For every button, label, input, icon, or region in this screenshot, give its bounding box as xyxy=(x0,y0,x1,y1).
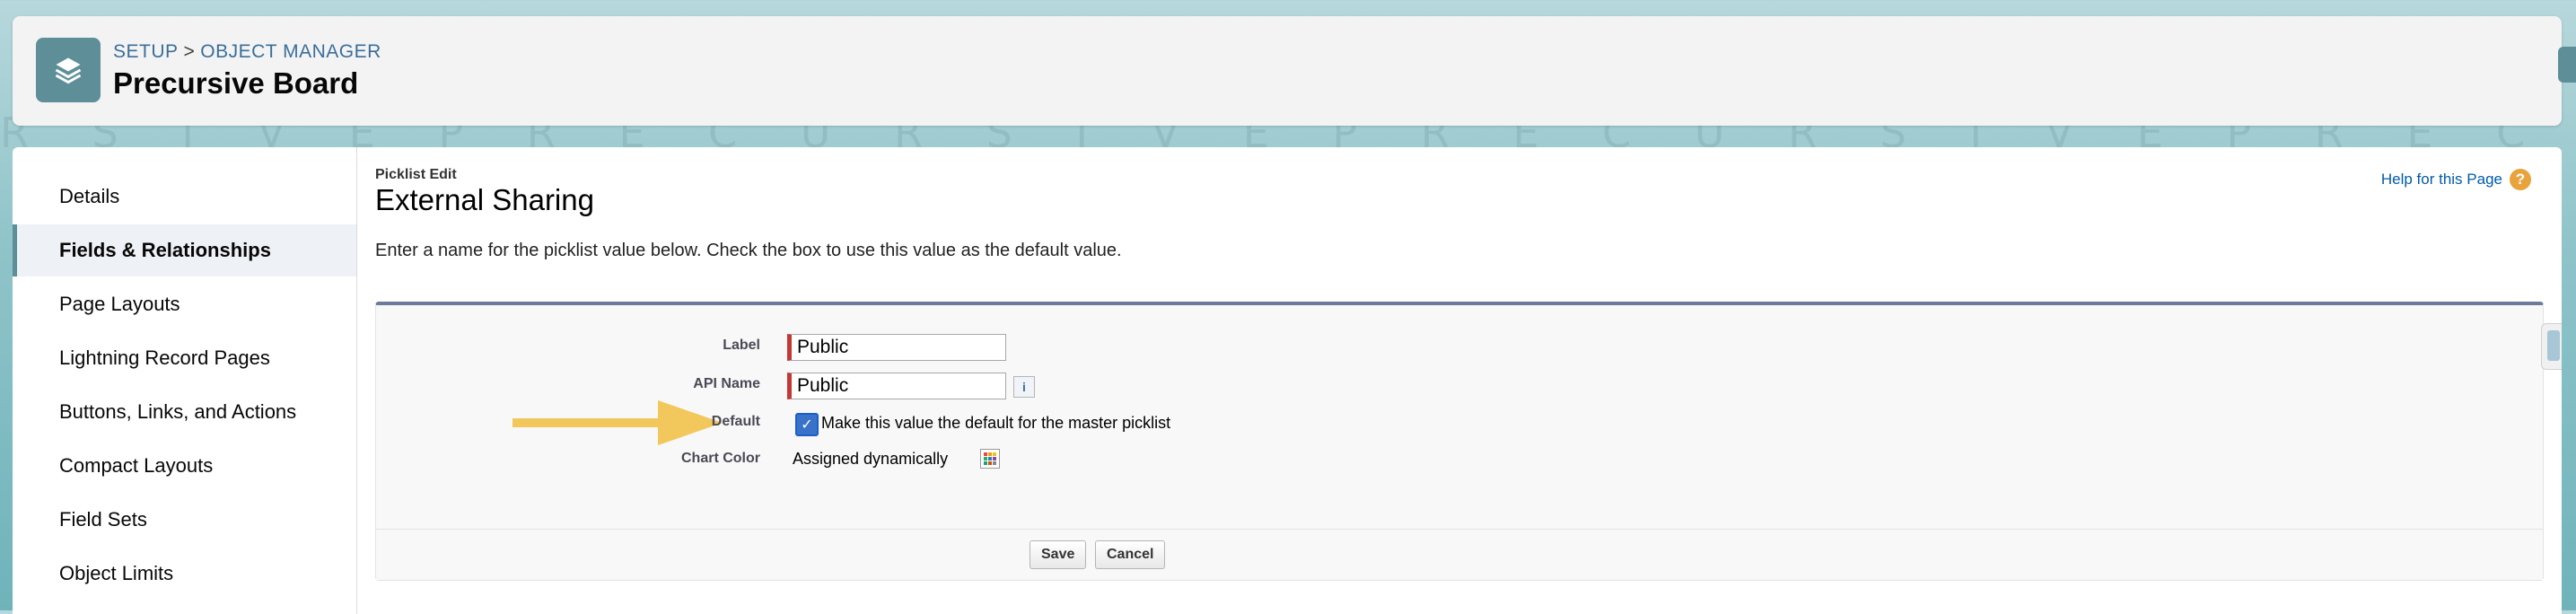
content-area: Picklist Edit External Sharing Help for … xyxy=(357,147,2562,614)
handle-grip-icon xyxy=(2547,330,2560,361)
default-checkbox[interactable]: ✓ xyxy=(795,413,819,436)
side-panel-handle[interactable] xyxy=(2541,323,2562,370)
help-link-label[interactable]: Help for this Page xyxy=(2381,171,2502,189)
instructions-text: Enter a name for the picklist value belo… xyxy=(375,241,1122,260)
save-button[interactable]: Save xyxy=(1030,540,1087,569)
chart-color-value: Assigned dynamically xyxy=(793,450,949,468)
label-field-label: Label xyxy=(723,338,760,353)
sidebar-item-buttons-links-actions[interactable]: Buttons, Links, and Actions xyxy=(13,386,356,438)
color-palette-icon[interactable] xyxy=(980,449,1000,469)
info-icon[interactable]: i xyxy=(1013,376,1035,398)
api-name-field-label: API Name xyxy=(693,376,760,391)
help-icon[interactable]: ? xyxy=(2510,169,2531,190)
utility-tab[interactable] xyxy=(2558,47,2576,83)
api-name-input[interactable] xyxy=(787,373,1006,399)
sidebar-item-field-sets[interactable]: Field Sets xyxy=(13,494,356,546)
help-link[interactable]: Help for this Page ? xyxy=(2381,169,2531,190)
sidebar: Details Fields & Relationships Page Layo… xyxy=(13,147,357,614)
page-header: SETUP > OBJECT MANAGER Precursive Board xyxy=(13,16,2562,126)
sidebar-item-object-limits[interactable]: Object Limits xyxy=(13,548,356,600)
sidebar-item-compact-layouts[interactable]: Compact Layouts xyxy=(13,440,356,492)
button-row: Save Cancel xyxy=(376,529,2543,580)
content-title: External Sharing xyxy=(375,183,594,216)
breadcrumb-setup-link[interactable]: SETUP xyxy=(113,41,179,62)
page-subhead: Picklist Edit xyxy=(375,167,457,182)
sidebar-item-details[interactable]: Details xyxy=(13,171,356,223)
picklist-form: Label API Name i Default ✓ Make this val… xyxy=(375,302,2544,581)
main-panel: Details Fields & Relationships Page Layo… xyxy=(13,147,2562,614)
breadcrumb-object-manager-link[interactable]: OBJECT MANAGER xyxy=(200,41,381,62)
sidebar-item-lightning-record-pages[interactable]: Lightning Record Pages xyxy=(13,332,356,384)
sidebar-item-fields-relationships[interactable]: Fields & Relationships xyxy=(13,224,356,276)
cancel-button[interactable]: Cancel xyxy=(1095,540,1166,569)
label-input[interactable] xyxy=(787,334,1006,361)
default-field-label: Default xyxy=(711,414,760,429)
breadcrumb: SETUP > OBJECT MANAGER xyxy=(113,41,381,63)
breadcrumb-separator: > xyxy=(183,41,196,62)
page-title: Precursive Board xyxy=(113,66,359,100)
layers-icon xyxy=(36,38,101,102)
default-checkbox-text: Make this value the default for the mast… xyxy=(821,414,1171,432)
chart-color-field-label: Chart Color xyxy=(681,451,760,466)
sidebar-item-page-layouts[interactable]: Page Layouts xyxy=(13,278,356,330)
